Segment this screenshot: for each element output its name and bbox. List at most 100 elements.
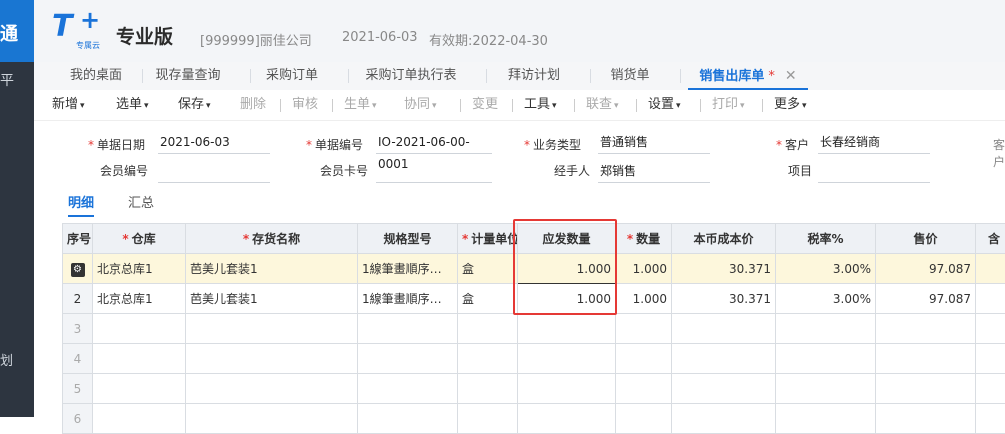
change-button[interactable]: 变更 (472, 90, 498, 120)
col-price[interactable]: 售价 (876, 224, 976, 254)
empty-cell[interactable] (93, 314, 186, 344)
item-name-cell[interactable]: 芭美儿套装1 (186, 284, 358, 314)
close-icon[interactable]: ✕ (785, 68, 797, 84)
col-should-qty[interactable]: 应发数量 (518, 224, 616, 254)
empty-cell[interactable] (93, 344, 186, 374)
qty-cell[interactable]: 1.000 (616, 284, 672, 314)
empty-cell[interactable] (876, 344, 976, 374)
empty-cell[interactable] (876, 404, 976, 434)
cost-cell[interactable]: 30.371 (672, 254, 776, 284)
should-qty-cell[interactable]: 1.000 (518, 284, 616, 314)
empty-cell[interactable] (616, 404, 672, 434)
empty-cell[interactable] (616, 374, 672, 404)
biz-type-field[interactable]: 普通销售 (598, 131, 710, 154)
tab-po-execution[interactable]: 采购订单执行表 (356, 62, 466, 90)
company-name[interactable]: [999999]丽佳公司 (200, 30, 312, 49)
empty-cell[interactable] (186, 344, 358, 374)
empty-cell[interactable] (672, 404, 776, 434)
should-qty-cell[interactable]: 1.000 (518, 254, 616, 284)
settings-button[interactable]: 设置▾ (648, 90, 681, 120)
table-row[interactable]: ⚙ 北京总库1 芭美儿套装1 1線筆畫順序… 盒 1.000 1.000 30.… (63, 254, 1005, 284)
empty-cell[interactable] (358, 374, 458, 404)
tab-detail[interactable]: 明细 (68, 192, 94, 217)
empty-cell[interactable] (358, 314, 458, 344)
project-field[interactable] (818, 160, 930, 183)
empty-cell[interactable] (186, 404, 358, 434)
empty-cell[interactable] (976, 314, 1005, 344)
customer-field[interactable]: 长春经销商 (818, 131, 930, 154)
empty-cell[interactable] (518, 314, 616, 344)
col-tax-rate[interactable]: 税率% (776, 224, 876, 254)
table-row[interactable]: 3 (63, 314, 1005, 344)
new-button[interactable]: 新增▾ (52, 90, 85, 120)
empty-cell[interactable] (976, 344, 1005, 374)
empty-cell[interactable] (458, 404, 518, 434)
col-cost[interactable]: 本币成本价 (672, 224, 776, 254)
tab-purchase-order[interactable]: 采购订单 (256, 62, 328, 90)
table-row[interactable]: 4 (63, 344, 1005, 374)
more-cell[interactable] (976, 284, 1005, 314)
warehouse-cell[interactable]: 北京总库1 (93, 254, 186, 284)
unit-cell[interactable]: 盒 (458, 254, 518, 284)
empty-cell[interactable] (672, 314, 776, 344)
empty-cell[interactable] (672, 374, 776, 404)
empty-cell[interactable] (458, 314, 518, 344)
price-cell[interactable]: 97.087 (876, 254, 976, 284)
unit-cell[interactable]: 盒 (458, 284, 518, 314)
table-row[interactable]: 5 (63, 374, 1005, 404)
empty-cell[interactable] (776, 344, 876, 374)
col-spec[interactable]: 规格型号 (358, 224, 458, 254)
tab-sales-slip[interactable]: 销货单 (600, 62, 660, 90)
col-seq[interactable]: 序号 (63, 224, 93, 254)
generate-button[interactable]: 生单▾ (344, 90, 377, 120)
empty-cell[interactable] (776, 314, 876, 344)
tab-summary[interactable]: 汇总 (128, 192, 154, 211)
empty-cell[interactable] (93, 404, 186, 434)
empty-cell[interactable] (672, 344, 776, 374)
sidebar-item-bottom[interactable]: 划 (0, 350, 13, 369)
save-button[interactable]: 保存▾ (178, 90, 211, 120)
row-settings-cell[interactable]: ⚙ (63, 254, 93, 284)
app-logo-slice[interactable]: 通 (0, 0, 34, 62)
tab-sales-outbound[interactable]: 销售出库单*✕ (688, 62, 808, 90)
select-doc-button[interactable]: 选单▾ (116, 90, 149, 120)
tab-stock-query[interactable]: 现存量查询 (146, 62, 230, 90)
doc-no-field[interactable]: IO-2021-06-00-0001 (376, 131, 492, 154)
col-unit[interactable]: *计量单位 (458, 224, 518, 254)
tax-rate-cell[interactable]: 3.00% (776, 254, 876, 284)
empty-cell[interactable] (518, 374, 616, 404)
approve-button[interactable]: 审核 (292, 90, 318, 120)
spec-cell[interactable]: 1線筆畫順序… (358, 284, 458, 314)
col-item-name[interactable]: *存货名称 (186, 224, 358, 254)
empty-cell[interactable] (876, 314, 976, 344)
empty-cell[interactable] (616, 314, 672, 344)
empty-cell[interactable] (93, 374, 186, 404)
doc-date-field[interactable]: 2021-06-03 (158, 131, 270, 154)
col-qty[interactable]: *数量 (616, 224, 672, 254)
member-card-field[interactable] (376, 160, 492, 183)
empty-cell[interactable] (186, 374, 358, 404)
gear-icon[interactable]: ⚙ (71, 263, 85, 277)
empty-cell[interactable] (976, 404, 1005, 434)
empty-cell[interactable] (776, 374, 876, 404)
empty-cell[interactable] (876, 374, 976, 404)
tab-my-desktop[interactable]: 我的桌面 (60, 62, 132, 90)
more-cell[interactable] (976, 254, 1005, 284)
item-name-cell[interactable]: 芭美儿套装1 (186, 254, 358, 284)
table-row[interactable]: 6 (63, 404, 1005, 434)
tax-rate-cell[interactable]: 3.00% (776, 284, 876, 314)
empty-cell[interactable] (358, 404, 458, 434)
empty-cell[interactable] (616, 344, 672, 374)
table-row[interactable]: 2 北京总库1 芭美儿套装1 1線筆畫順序… 盒 1.000 1.000 30.… (63, 284, 1005, 314)
spec-cell[interactable]: 1線筆畫順序… (358, 254, 458, 284)
warehouse-cell[interactable]: 北京总库1 (93, 284, 186, 314)
empty-cell[interactable] (458, 344, 518, 374)
empty-cell[interactable] (458, 374, 518, 404)
col-warehouse[interactable]: *仓库 (93, 224, 186, 254)
qty-cell[interactable]: 1.000 (616, 254, 672, 284)
query-link-button[interactable]: 联查▾ (586, 90, 619, 120)
member-no-field[interactable] (158, 160, 270, 183)
tools-button[interactable]: 工具▾ (524, 90, 557, 120)
empty-cell[interactable] (186, 314, 358, 344)
cost-cell[interactable]: 30.371 (672, 284, 776, 314)
